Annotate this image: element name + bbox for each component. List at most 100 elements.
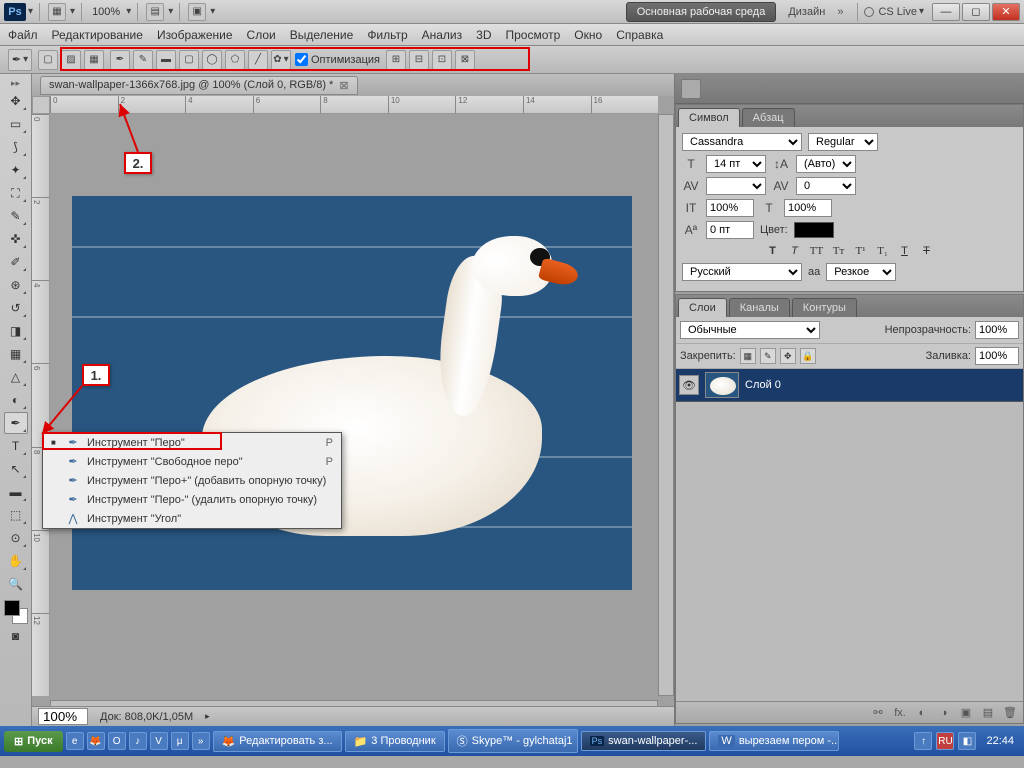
font-style-select[interactable]: Regular (808, 133, 878, 151)
paths-mode-icon[interactable]: ▨ (61, 50, 81, 70)
start-button[interactable]: ⊞Пуск (4, 731, 63, 752)
zoom-tool[interactable]: 🔍 (4, 573, 28, 595)
ellipse-shape-icon[interactable]: ◯ (202, 50, 222, 70)
pen-tool[interactable]: ✒ (4, 412, 28, 434)
path-select-tool[interactable]: ↖ (4, 458, 28, 480)
zoom-level[interactable]: 100% (92, 6, 120, 18)
menu-image[interactable]: Изображение (157, 28, 233, 42)
menu-edit[interactable]: Редактирование (52, 28, 143, 42)
eyedropper-tool[interactable]: ✎ (4, 205, 28, 227)
3d-camera-tool[interactable]: ⊙ (4, 527, 28, 549)
freeform-pen-icon[interactable]: ✎ (133, 50, 153, 70)
rounded-rect-shape-icon[interactable]: ▢ (179, 50, 199, 70)
maximize-button[interactable]: ◻ (962, 3, 990, 21)
fill-input[interactable] (975, 347, 1019, 365)
minimize-button[interactable]: — (932, 3, 960, 21)
lock-position-icon[interactable]: ✥ (780, 348, 796, 364)
layer-item[interactable]: 👁 Слой 0 (676, 369, 1023, 402)
path-exclude-icon[interactable]: ⊠ (455, 50, 475, 70)
quicklaunch-6[interactable]: μ (171, 732, 189, 750)
tab-layers[interactable]: Слои (678, 298, 727, 317)
bridge-icon[interactable]: ▦ (48, 3, 66, 21)
adjustment-layer-icon[interactable]: ◑ (935, 705, 953, 721)
menu-analysis[interactable]: Анализ (422, 28, 463, 42)
canvas[interactable] (72, 196, 632, 590)
status-zoom-input[interactable] (38, 708, 88, 725)
baseline-input[interactable] (706, 221, 754, 239)
lock-transparent-icon[interactable]: ▦ (740, 348, 756, 364)
type-tool[interactable]: T (4, 435, 28, 457)
dodge-tool[interactable]: ◐ (4, 389, 28, 411)
tracking-select[interactable]: 0 (796, 177, 856, 195)
marquee-tool[interactable]: ▭ (4, 113, 28, 135)
scrollbar-vertical[interactable] (658, 114, 674, 696)
flyout-convert-point[interactable]: ⋀Инструмент "Угол" (43, 509, 341, 528)
pen-tool-icon[interactable]: ✒ (110, 50, 130, 70)
layer-visibility-icon[interactable]: 👁 (679, 375, 699, 395)
flyout-add-anchor[interactable]: ✒Инструмент "Перо+" (добавить опорную то… (43, 471, 341, 490)
italic-button[interactable]: T (787, 243, 803, 259)
brush-tool[interactable]: ✐ (4, 251, 28, 273)
path-add-icon[interactable]: ⊞ (386, 50, 406, 70)
menu-file[interactable]: Файл (8, 28, 38, 42)
color-swatches[interactable] (4, 600, 28, 624)
custom-shape-icon[interactable]: ✿▾ (271, 50, 291, 70)
flyout-delete-anchor[interactable]: ✒Инструмент "Перо-" (удалить опорную точ… (43, 490, 341, 509)
smallcaps-button[interactable]: Tᴛ (831, 243, 847, 259)
menu-3d[interactable]: 3D (476, 28, 491, 42)
tray-1[interactable]: ↑ (914, 732, 932, 750)
tab-paths[interactable]: Контуры (792, 298, 857, 317)
3d-tool[interactable]: ⬚ (4, 504, 28, 526)
antialias-select[interactable]: Резкое (826, 263, 896, 281)
menu-view[interactable]: Просмотр (505, 28, 560, 42)
task-photoshop[interactable]: Psswan-wallpaper-... (581, 731, 707, 751)
eraser-tool[interactable]: ◨ (4, 320, 28, 342)
current-tool-icon[interactable]: ✒▾ (8, 49, 32, 71)
quicklaunch-5[interactable]: V (150, 732, 168, 750)
layer-name[interactable]: Слой 0 (745, 379, 781, 391)
design-workspace-button[interactable]: Дизайн (782, 3, 831, 21)
document-tab[interactable]: swan-wallpaper-1366x768.jpg @ 100% (Слой… (40, 76, 358, 95)
menu-layers[interactable]: Слои (247, 28, 276, 42)
flyout-freeform-pen[interactable]: ✒Инструмент "Свободное перо"P (43, 452, 341, 471)
close-button[interactable]: ✕ (992, 3, 1020, 21)
arrange-docs-icon[interactable]: ▤ (146, 3, 164, 21)
bold-button[interactable]: T (765, 243, 781, 259)
quicklaunch-more[interactable]: » (192, 732, 210, 750)
opacity-input[interactable] (975, 321, 1019, 339)
superscript-button[interactable]: T¹ (853, 243, 869, 259)
polygon-shape-icon[interactable]: ⬠ (225, 50, 245, 70)
flyout-pen[interactable]: ■✒Инструмент "Перо"P (43, 433, 341, 452)
language-select[interactable]: Русский (682, 263, 802, 281)
move-tool[interactable]: ✥ (4, 90, 28, 112)
menu-help[interactable]: Справка (616, 28, 663, 42)
hscale-input[interactable] (784, 199, 832, 217)
blend-mode-select[interactable]: Обычные (680, 321, 820, 339)
layer-group-icon[interactable]: ▣ (957, 705, 975, 721)
task-skype[interactable]: ⓈSkype™ - gylchataj1 (448, 729, 578, 753)
more-workspaces-icon[interactable]: » (837, 6, 843, 18)
quicklaunch-3[interactable]: O (108, 732, 126, 750)
subscript-button[interactable]: T₁ (875, 243, 891, 259)
quick-select-tool[interactable]: ✦ (4, 159, 28, 181)
gradient-tool[interactable]: ▦ (4, 343, 28, 365)
vscale-input[interactable] (706, 199, 754, 217)
font-size-select[interactable]: 14 пт (706, 155, 766, 173)
tab-paragraph[interactable]: Абзац (742, 108, 795, 127)
allcaps-button[interactable]: TT (809, 243, 825, 259)
workspace-button[interactable]: Основная рабочая среда (626, 2, 777, 22)
healing-tool[interactable]: ✜ (4, 228, 28, 250)
screen-mode-icon[interactable]: ▣ (188, 3, 206, 21)
tab-character[interactable]: Символ (678, 108, 740, 127)
task-word[interactable]: Wвырезаем пером -... (709, 731, 839, 751)
hand-tool[interactable]: ✋ (4, 550, 28, 572)
text-color-swatch[interactable] (794, 222, 834, 238)
task-explorer[interactable]: 📁3 Проводник (345, 731, 445, 752)
line-shape-icon[interactable]: ╱ (248, 50, 268, 70)
leading-select[interactable]: (Авто) (796, 155, 856, 173)
shape-layers-mode-icon[interactable]: ▢ (38, 50, 58, 70)
quicklaunch-2[interactable]: 🦊 (87, 732, 105, 750)
clock[interactable]: 22:44 (980, 735, 1020, 747)
blur-tool[interactable]: △ (4, 366, 28, 388)
layer-thumbnail[interactable] (705, 372, 739, 398)
